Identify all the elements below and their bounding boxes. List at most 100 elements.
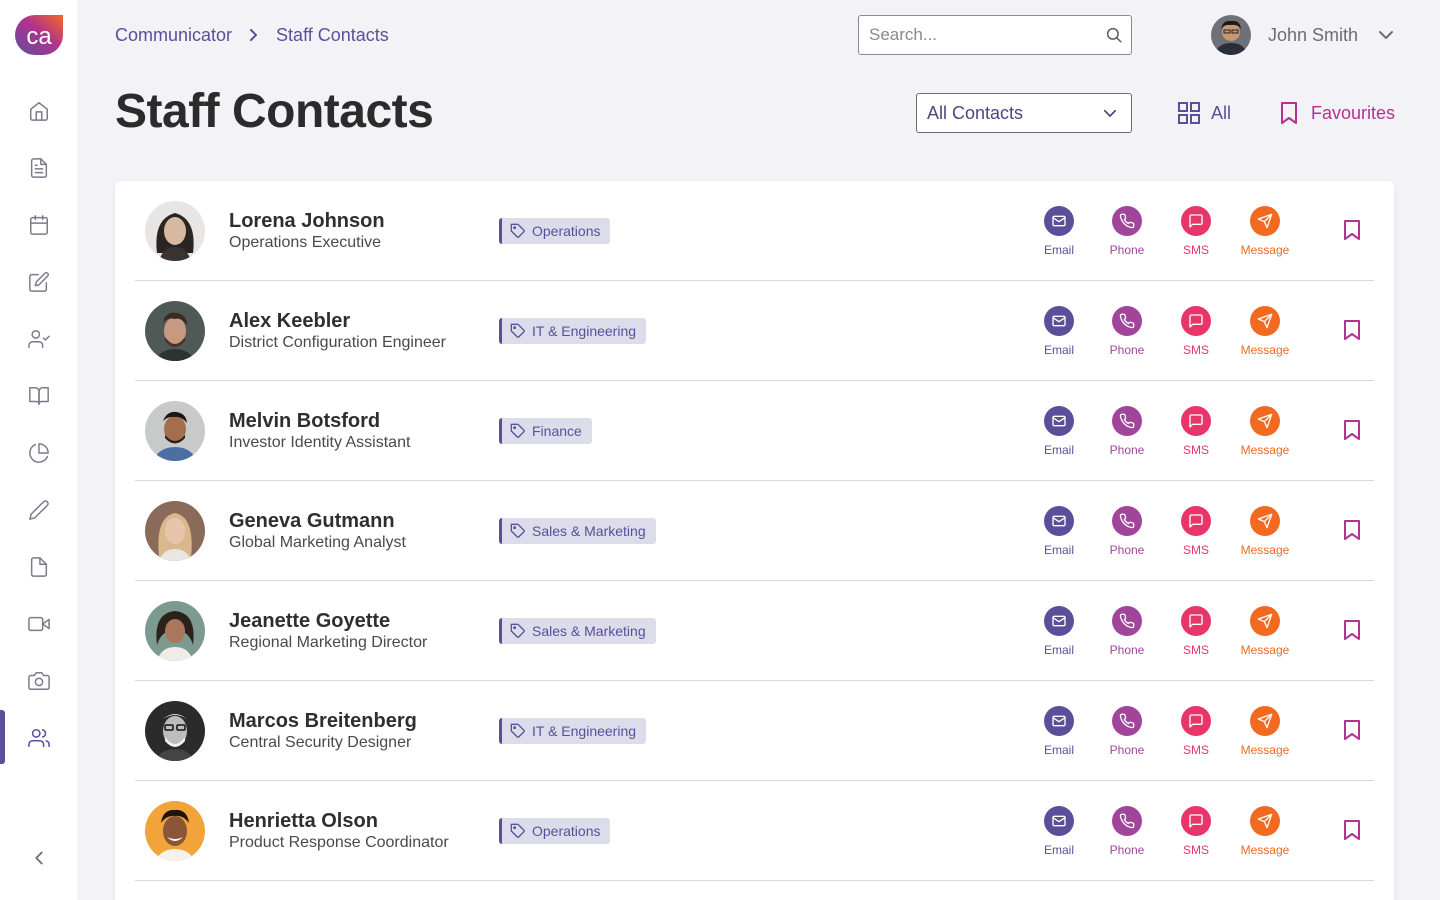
message-label: Message xyxy=(1240,543,1290,557)
sms-button[interactable]: SMS xyxy=(1164,206,1228,262)
contact-name[interactable]: Geneva Gutmann xyxy=(229,510,395,533)
email-label: Email xyxy=(1043,843,1074,857)
nav-reports[interactable] xyxy=(0,433,77,473)
collapse-sidebar-button[interactable] xyxy=(0,838,77,878)
bookmark-icon[interactable] xyxy=(1340,318,1364,342)
contact-role: Central Security Designer xyxy=(229,734,412,751)
document-icon xyxy=(30,158,47,178)
nav-pencil[interactable] xyxy=(0,490,77,530)
email-button[interactable]: Email xyxy=(1027,206,1091,262)
breadcrumb-communicator[interactable]: Communicator xyxy=(115,25,232,46)
phone-button[interactable]: Phone xyxy=(1095,306,1159,362)
logo-text: ca xyxy=(26,23,52,50)
phone-button[interactable]: Phone xyxy=(1095,606,1159,662)
message-button[interactable]: Message xyxy=(1233,406,1297,462)
sms-button[interactable]: SMS xyxy=(1164,306,1228,362)
nav-edit[interactable] xyxy=(0,262,77,302)
edit-icon xyxy=(28,272,49,292)
sms-button[interactable]: SMS xyxy=(1164,606,1228,662)
nav-camera[interactable] xyxy=(0,661,77,701)
department-tag: Sales & Marketing xyxy=(499,518,656,544)
bookmark-icon[interactable] xyxy=(1340,818,1364,842)
contact-avatar xyxy=(145,301,205,361)
tag-icon xyxy=(510,423,525,438)
message-button[interactable]: Message xyxy=(1233,606,1297,662)
calendar-icon xyxy=(29,215,48,235)
department-label: Operations xyxy=(532,223,601,239)
bookmark-icon[interactable] xyxy=(1340,618,1364,642)
bookmark-icon[interactable] xyxy=(1340,518,1364,542)
contact-name[interactable]: Jeanette Goyette xyxy=(229,610,390,633)
bookmark-icon[interactable] xyxy=(1340,718,1364,742)
phone-button[interactable]: Phone xyxy=(1095,406,1159,462)
email-label: Email xyxy=(1043,543,1074,557)
contact-role: District Configuration Engineer xyxy=(229,334,446,351)
chevron-left-icon xyxy=(34,851,43,865)
message-button[interactable]: Message xyxy=(1233,506,1297,562)
email-button[interactable]: Email xyxy=(1027,806,1091,862)
message-button[interactable]: Message xyxy=(1233,206,1297,262)
nav-video[interactable] xyxy=(0,604,77,644)
phone-button[interactable]: Phone xyxy=(1095,806,1159,862)
sms-button[interactable]: SMS xyxy=(1164,506,1228,562)
send-icon xyxy=(1257,213,1273,229)
user-menu[interactable]: John Smith xyxy=(1211,15,1394,55)
bookmark-icon[interactable] xyxy=(1340,418,1364,442)
sms-button[interactable]: SMS xyxy=(1164,706,1228,762)
email-button[interactable]: Email xyxy=(1027,606,1091,662)
message-button[interactable]: Message xyxy=(1233,706,1297,762)
chat-icon xyxy=(1189,514,1203,528)
email-label: Email xyxy=(1043,743,1074,757)
phone-button[interactable]: Phone xyxy=(1095,506,1159,562)
phone-button[interactable]: Phone xyxy=(1095,706,1159,762)
phone-label: Phone xyxy=(1109,243,1145,257)
email-button[interactable]: Email xyxy=(1027,306,1091,362)
nav-staff-contacts[interactable] xyxy=(0,710,77,764)
breadcrumb-staff-contacts[interactable]: Staff Contacts xyxy=(276,25,389,46)
view-all-button[interactable]: All xyxy=(1177,100,1231,126)
sms-button[interactable]: SMS xyxy=(1164,406,1228,462)
message-label: Message xyxy=(1240,343,1290,357)
app-logo[interactable]: ca xyxy=(15,15,63,55)
nav-user-check[interactable] xyxy=(0,319,77,359)
nav-book[interactable] xyxy=(0,376,77,416)
contact-name[interactable]: Marcos Breitenberg xyxy=(229,710,417,733)
search-input[interactable] xyxy=(869,16,1099,54)
tag-icon xyxy=(510,723,525,738)
message-label: Message xyxy=(1240,443,1290,457)
phone-button[interactable]: Phone xyxy=(1095,206,1159,262)
contact-row: Marcos Breitenberg Central Security Desi… xyxy=(135,681,1374,781)
department-label: Operations xyxy=(532,823,601,839)
contact-name[interactable]: Lorena Johnson xyxy=(229,210,385,233)
tag-icon xyxy=(510,523,525,538)
send-icon xyxy=(1257,513,1273,529)
user-name: John Smith xyxy=(1268,24,1359,45)
sms-button[interactable]: SMS xyxy=(1164,806,1228,862)
email-button[interactable]: Email xyxy=(1027,706,1091,762)
message-button[interactable]: Message xyxy=(1233,306,1297,362)
filter-selected-value: All Contacts xyxy=(927,102,1024,123)
contact-name[interactable]: Alex Keebler xyxy=(229,310,350,333)
bookmark-icon[interactable] xyxy=(1340,218,1364,242)
chat-icon xyxy=(1189,314,1203,328)
contact-name[interactable]: Henrietta Olson xyxy=(229,810,378,833)
sms-label: SMS xyxy=(1182,843,1209,857)
sms-label: SMS xyxy=(1182,543,1209,557)
nav-documents[interactable] xyxy=(0,148,77,188)
email-button[interactable]: Email xyxy=(1027,506,1091,562)
nav-home[interactable] xyxy=(0,91,77,131)
favourites-button[interactable]: Favourites xyxy=(1279,100,1395,126)
email-button[interactable]: Email xyxy=(1027,406,1091,462)
message-button[interactable]: Message xyxy=(1233,806,1297,862)
phone-icon xyxy=(1119,513,1135,529)
search-icon[interactable] xyxy=(1105,26,1123,44)
nav-file[interactable] xyxy=(0,547,77,587)
users-icon xyxy=(27,728,50,748)
nav-calendar[interactable] xyxy=(0,205,77,245)
tag-icon xyxy=(510,623,525,638)
contact-name[interactable]: Melvin Botsford xyxy=(229,410,380,433)
favourites-label: Favourites xyxy=(1311,102,1396,123)
department-tag: Finance xyxy=(499,418,592,444)
chat-icon xyxy=(1189,214,1203,228)
contacts-filter-select[interactable]: All Contacts xyxy=(916,93,1132,133)
